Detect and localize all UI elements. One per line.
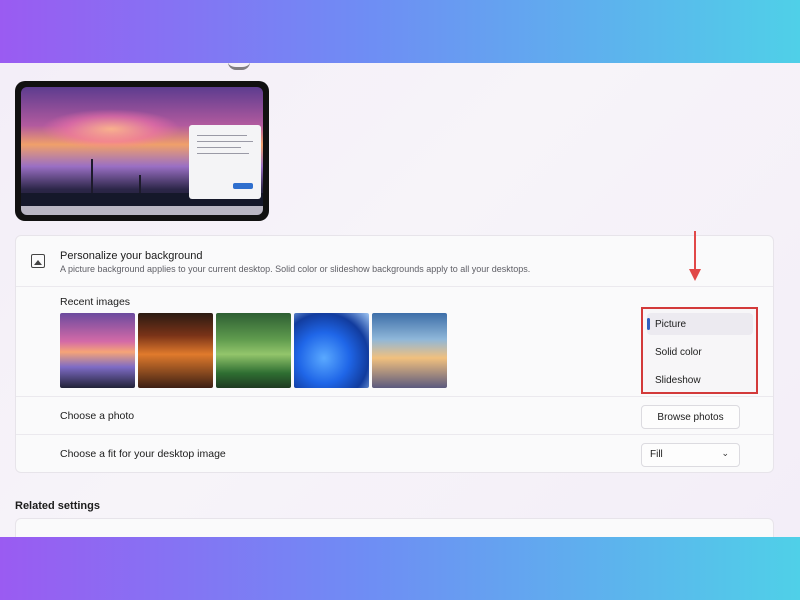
fit-dropdown[interactable]: Fill ⌄ — [641, 443, 740, 467]
menu-item-label: Solid color — [655, 346, 702, 358]
recent-images-label: Recent images — [60, 296, 131, 308]
desktop-preview — [15, 81, 269, 221]
recent-image-thumbnail[interactable] — [138, 313, 213, 388]
choose-photo-label: Choose a photo — [60, 410, 135, 422]
recent-image-thumbnail[interactable] — [294, 313, 369, 388]
menu-item-solid-color[interactable]: Solid color — [647, 341, 753, 363]
menu-item-picture[interactable]: Picture — [647, 313, 753, 335]
fit-dropdown-value: Fill — [650, 449, 663, 460]
background-type-menu: Picture Solid color Slideshow — [641, 307, 758, 394]
fit-row: Choose a fit for your desktop image Fill… — [16, 434, 773, 472]
preview-taskbar — [21, 206, 263, 215]
recent-image-thumbnail[interactable] — [372, 313, 447, 388]
personalize-background-row: Personalize your background A picture ba… — [16, 236, 773, 287]
personalize-title: Personalize your background — [60, 250, 203, 262]
recent-images-list — [60, 313, 447, 388]
annotation-arrow-head — [689, 269, 701, 281]
selection-indicator — [647, 318, 650, 330]
fit-label: Choose a fit for your desktop image — [60, 448, 226, 460]
menu-item-slideshow[interactable]: Slideshow — [647, 369, 753, 391]
annotation-arrow — [694, 231, 696, 273]
browse-photos-button[interactable]: Browse photos — [641, 405, 740, 429]
settings-window: Personalize your background A picture ba… — [0, 63, 800, 537]
menu-item-label: Slideshow — [655, 374, 701, 386]
related-settings-heading: Related settings — [15, 500, 100, 512]
menu-item-label: Picture — [655, 318, 687, 330]
personalize-description: A picture background applies to your cur… — [60, 264, 531, 274]
recent-image-thumbnail[interactable] — [216, 313, 291, 388]
preview-wallpaper — [21, 87, 263, 215]
chevron-down-icon: ⌄ — [721, 448, 729, 458]
choose-photo-row: Choose a photo Browse photos — [16, 396, 773, 435]
picture-icon — [31, 254, 45, 268]
preview-dialog-window — [189, 125, 261, 199]
recent-image-thumbnail[interactable] — [60, 313, 135, 388]
page-heading-fragment — [228, 63, 250, 70]
related-settings-card[interactable] — [15, 518, 774, 537]
